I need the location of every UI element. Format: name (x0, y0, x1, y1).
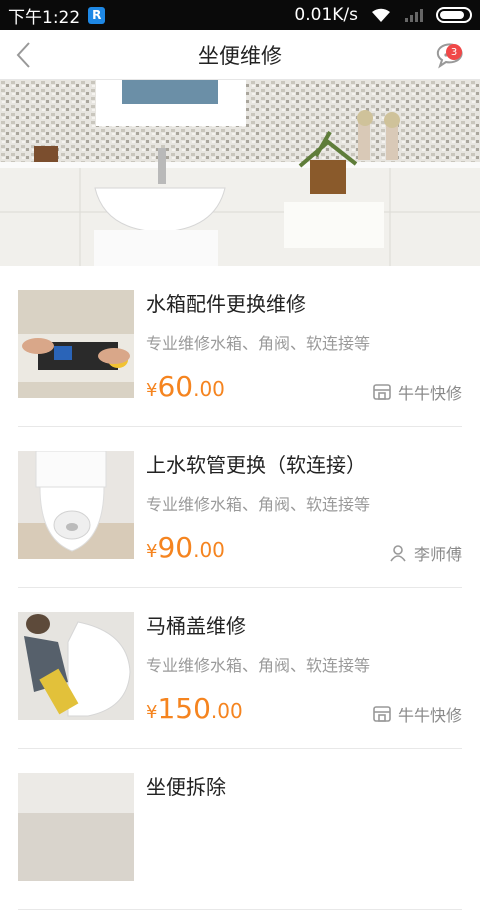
service-title: 上水软管更换（软连接） (146, 453, 366, 477)
status-bar: 下午1:22 R 0.01K/s (0, 0, 480, 30)
status-time: 下午1:22 (8, 7, 81, 28)
service-title: 坐便拆除 (146, 775, 226, 799)
service-price: ¥60.00 (146, 370, 225, 403)
banner-image (0, 80, 480, 266)
back-icon[interactable] (10, 40, 40, 70)
message-button[interactable]: 3 (434, 38, 470, 74)
vendor-name: 牛牛快修 (397, 384, 462, 403)
service-item[interactable]: 马桶盖维修 专业维修水箱、角阀、软连接等 ¥150.00 牛牛快修 (18, 588, 462, 749)
network-speed: 0.01K/s (294, 5, 358, 25)
service-item[interactable]: 坐便拆除 (18, 749, 462, 910)
wifi-icon (372, 8, 390, 22)
service-thumbnail (18, 773, 134, 881)
service-thumbnail (18, 612, 134, 720)
app-notification-icon: R (88, 6, 106, 24)
service-title: 马桶盖维修 (146, 614, 246, 638)
shop-icon (373, 706, 391, 722)
vendor-name: 李师傅 (413, 545, 462, 564)
vendor[interactable]: 牛牛快修 (372, 702, 462, 726)
battery-icon (436, 7, 472, 23)
service-description: 专业维修水箱、角阀、软连接等 (146, 656, 371, 675)
person-icon (390, 545, 406, 562)
service-thumbnail (18, 290, 134, 398)
service-list: 水箱配件更换维修 专业维修水箱、角阀、软连接等 ¥60.00 牛牛快修 上水软管… (0, 266, 480, 910)
nav-bar: 坐便维修 3 (0, 30, 480, 80)
service-price: ¥150.00 (146, 692, 243, 725)
service-title: 水箱配件更换维修 (146, 292, 306, 316)
vendor[interactable]: 牛牛快修 (372, 380, 462, 404)
vendor-name: 牛牛快修 (397, 706, 462, 725)
vendor[interactable]: 李师傅 (388, 541, 462, 565)
service-description: 专业维修水箱、角阀、软连接等 (146, 495, 371, 514)
page-title: 坐便维修 (198, 43, 282, 68)
signal-icon (405, 9, 423, 22)
service-item[interactable]: 上水软管更换（软连接） 专业维修水箱、角阀、软连接等 ¥90.00 李师傅 (18, 427, 462, 588)
service-price: ¥90.00 (146, 531, 225, 564)
service-item[interactable]: 水箱配件更换维修 专业维修水箱、角阀、软连接等 ¥60.00 牛牛快修 (18, 266, 462, 427)
shop-icon (373, 384, 391, 400)
service-description: 专业维修水箱、角阀、软连接等 (146, 334, 371, 353)
service-thumbnail (18, 451, 134, 559)
message-badge: 3 (446, 44, 462, 60)
